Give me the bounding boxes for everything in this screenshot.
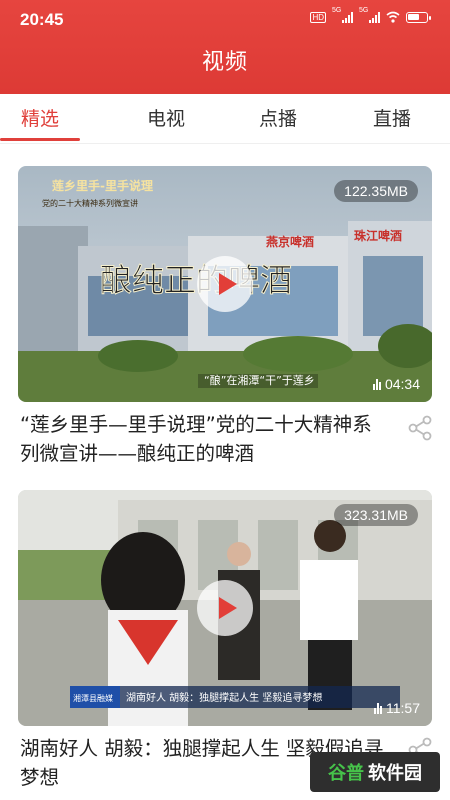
tab-tv[interactable]: 电视 [110,104,222,131]
overlay-channel-label: 湘潭县融媒 [73,693,113,703]
page-title: 视频 [201,50,248,75]
status-icons: HD 5G 5G [310,7,431,24]
app-header: 20:45 HD 5G 5G 视频 [0,0,450,94]
duration-label: 04:34 [372,376,420,392]
tab-live[interactable]: 直播 [336,104,448,131]
network-type-label-2: 5G [359,7,369,14]
active-tab-indicator [0,138,80,141]
duration-text: 11:57 [386,700,420,716]
overlay-series-subtitle: 党的二十大精神系列微宣讲 [42,198,138,208]
overlay-sign-2: 珠江啤酒 [354,228,402,243]
overlay-main-caption: 酿纯正的啤酒 [100,261,292,299]
file-size-badge: 122.35MB [334,180,418,202]
video-thumbnail[interactable]: 莲乡里手-里手说理 党的二十大精神系列微宣讲 燕京啤酒 珠江啤酒 酿纯正的啤酒 … [18,166,432,402]
hd-icon: HD [310,11,326,23]
file-size-badge: 323.31MB [334,504,418,526]
duration-text: 04:34 [384,376,420,392]
play-button[interactable] [197,580,253,636]
signal-icon-2: 5G [359,7,380,23]
share-icon[interactable] [406,414,434,442]
wifi-icon [386,11,400,23]
status-bar: 20:45 HD 5G 5G [0,0,450,40]
watermark-part-2: 软件园 [368,763,422,784]
play-button[interactable] [197,256,253,312]
video-thumbnail[interactable]: 湘潭县融媒 湖南好人 胡毅：独腿撑起人生 坚毅追寻梦想 323.31MB 11:… [18,490,432,726]
tab-on-demand[interactable]: 点播 [222,104,334,131]
overlay-sub-caption: “酿”在湘潭“干”于莲乡 [204,373,315,387]
site-watermark: 谷普 软件园 [310,752,440,792]
network-type-label: 5G [332,7,342,14]
watermark-part-1: 谷普 [328,763,364,784]
duration-label: 11:57 [374,700,420,716]
battery-icon [406,11,431,23]
video-title[interactable]: “莲乡里手—里手说理”党的二十大精神系列微宣讲——酿纯正的啤酒 [20,410,390,468]
tab-featured[interactable]: 精选 [0,104,96,131]
overlay-lower-third: 湖南好人 胡毅：独腿撑起人生 坚毅追寻梦想 [126,691,322,704]
category-tabs: 精选 电视 点播 直播 [0,94,450,144]
overlay-sign-1: 燕京啤酒 [266,234,314,249]
status-time: 20:45 [20,10,64,29]
overlay-series-title: 莲乡里手-里手说理 [52,178,153,193]
duration-icon [372,378,381,390]
signal-icon: 5G [332,7,353,23]
duration-icon [374,702,382,714]
